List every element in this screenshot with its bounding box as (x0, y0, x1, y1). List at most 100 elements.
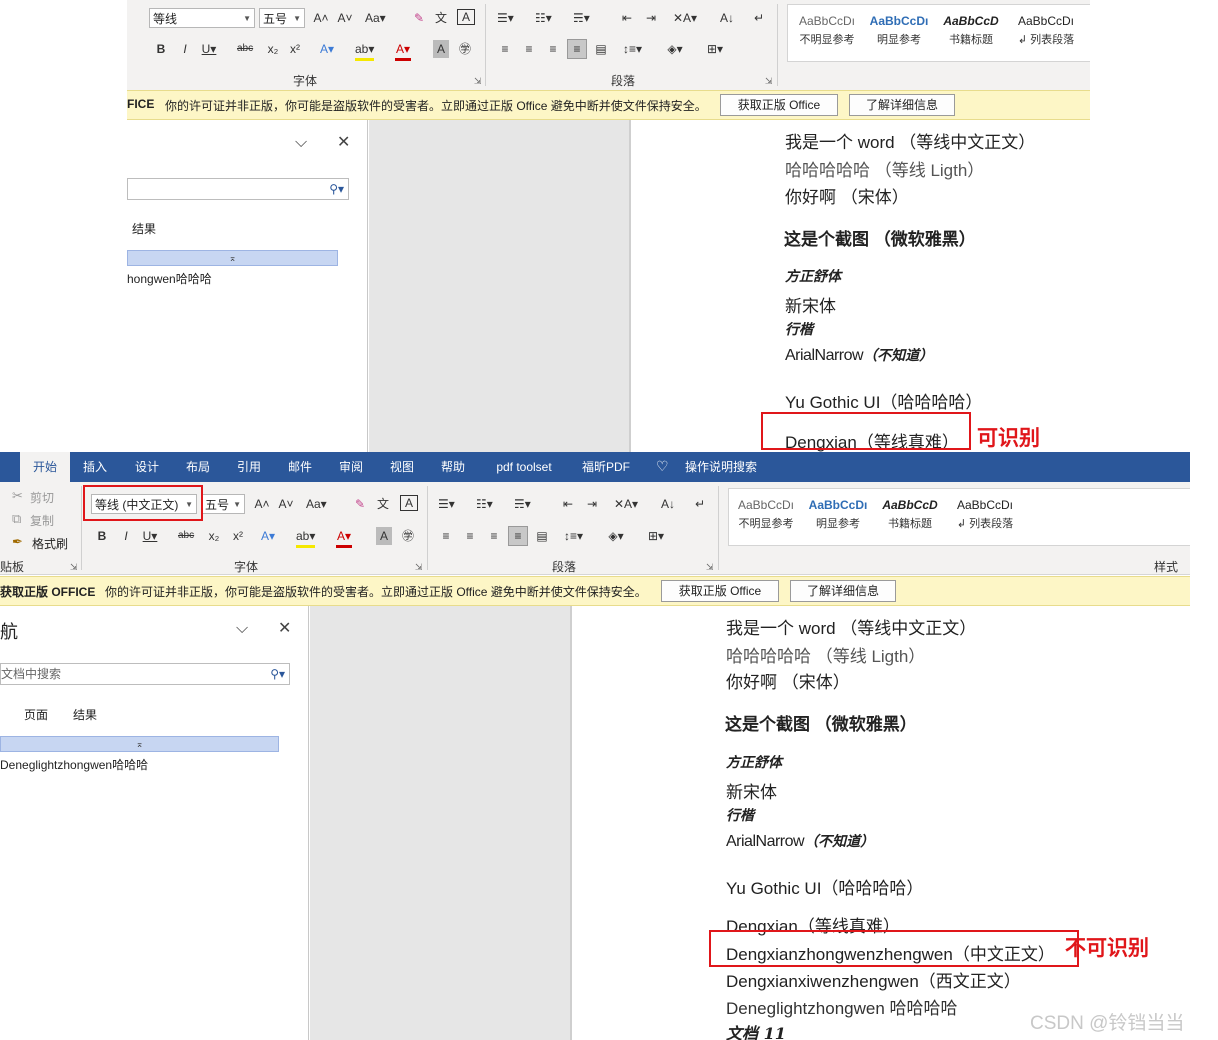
tab-design[interactable]: 设计 (124, 452, 170, 482)
tab-results[interactable]: 结果 (73, 706, 97, 723)
copy-button[interactable]: 复制 (30, 512, 54, 529)
shading-icon[interactable]: ◈▾ (608, 527, 624, 545)
nav-heading-item[interactable]: Deneglightzhongwen哈哈哈 (0, 756, 148, 773)
bullets-icon[interactable]: ☰▾ (497, 9, 514, 27)
underline-icon[interactable]: U▾ (142, 527, 158, 545)
highlight-icon[interactable]: ab▾ (296, 527, 316, 548)
learn-more-button[interactable]: 了解详细信息 (849, 94, 955, 116)
enclose-char-icon[interactable]: ㊫ (400, 527, 416, 545)
borders-icon[interactable]: ⊞▾ (648, 527, 664, 545)
tab-layout[interactable]: 布局 (175, 452, 221, 482)
align-center-icon[interactable]: ≡ (521, 40, 537, 58)
shading-icon[interactable]: ◈▾ (667, 40, 683, 58)
distribute-icon[interactable]: ▤ (593, 40, 609, 58)
grow-font-icon[interactable]: A˄ (313, 9, 329, 27)
strikethrough-icon[interactable]: abc (237, 40, 253, 58)
superscript-icon[interactable]: x² (287, 40, 303, 58)
align-center-icon[interactable]: ≡ (462, 527, 478, 545)
change-case-icon[interactable]: Aa▾ (365, 9, 386, 27)
asian-layout-icon[interactable]: ✕A▾ (614, 495, 638, 513)
style-list-paragraph[interactable]: AaBbCcDı ↲ 列表段落 (947, 495, 1023, 531)
style-intense-reference[interactable]: AaBbCcDı 明显参考 (864, 11, 934, 47)
italic-icon[interactable]: I (118, 527, 134, 545)
dialog-launcher-icon[interactable]: ⇲ (474, 76, 482, 87)
text-effect-icon[interactable]: A▾ (260, 527, 276, 545)
justify-icon[interactable]: ≡ (508, 526, 528, 546)
tab-results[interactable]: 结果 (132, 220, 156, 237)
multilevel-list-icon[interactable]: ☴▾ (573, 9, 590, 27)
pane-options-icon[interactable]: ⌵ (236, 620, 248, 638)
increase-indent-icon[interactable]: ⇥ (584, 495, 600, 513)
align-left-icon[interactable]: ≡ (438, 527, 454, 545)
numbering-icon[interactable]: ☷▾ (535, 9, 552, 27)
text-effect-icon[interactable]: A▾ (319, 40, 335, 58)
char-shading-icon[interactable]: A (433, 40, 449, 58)
tab-home[interactable]: 开始 (20, 452, 70, 482)
pane-options-icon[interactable]: ⌵ (295, 134, 307, 152)
format-painter-button[interactable]: 格式刷 (32, 535, 68, 552)
italic-icon[interactable]: I (177, 40, 193, 58)
styles-gallery[interactable]: AaBbCcDı 不明显参考 AaBbCcDı 明显参考 AaBbCcD 书籍标题 A… (787, 4, 1090, 62)
strikethrough-icon[interactable]: abc (178, 527, 194, 545)
char-shading-icon[interactable]: A (376, 527, 392, 545)
borders-icon[interactable]: ⊞▾ (707, 40, 723, 58)
dialog-launcher-icon[interactable]: ⇲ (415, 562, 423, 573)
subscript-icon[interactable]: x₂ (265, 40, 281, 58)
clear-format-icon[interactable]: ✎ (411, 9, 427, 27)
get-genuine-button[interactable]: 获取正版 Office (661, 580, 779, 602)
show-marks-icon[interactable]: ↵ (692, 495, 708, 513)
tab-pages[interactable]: 页面 (24, 706, 48, 723)
sort-icon[interactable]: A↓ (660, 495, 676, 513)
enclose-char-icon[interactable]: ㊫ (457, 40, 473, 58)
search-input[interactable]: ⚲▾ (127, 178, 349, 200)
align-right-icon[interactable]: ≡ (545, 40, 561, 58)
dialog-launcher-icon[interactable]: ⇲ (706, 562, 714, 573)
shrink-font-icon[interactable]: A˅ (278, 495, 294, 513)
dialog-launcher-icon[interactable]: ⇲ (70, 562, 78, 573)
cut-button[interactable]: 剪切 (30, 489, 54, 506)
line-spacing-icon[interactable]: ↕≡▾ (623, 40, 642, 58)
heading-collapse-bar[interactable]: ⌅ (0, 736, 279, 752)
bullets-icon[interactable]: ☰▾ (438, 495, 455, 513)
search-icon[interactable]: ⚲▾ (329, 179, 344, 199)
tab-help[interactable]: 帮助 (430, 452, 476, 482)
search-input[interactable]: 文档中搜索 ⚲▾ (0, 663, 290, 685)
multilevel-list-icon[interactable]: ☴▾ (514, 495, 531, 513)
copy-icon[interactable]: ⧉ (12, 511, 21, 527)
style-book-title[interactable]: AaBbCcD 书籍标题 (875, 495, 945, 531)
font-size-combo[interactable]: 五号 ▼ (201, 494, 245, 514)
tab-view[interactable]: 视图 (379, 452, 425, 482)
get-genuine-button[interactable]: 获取正版 Office (720, 94, 838, 116)
asian-layout-icon[interactable]: ✕A▾ (673, 9, 697, 27)
style-intense-reference[interactable]: AaBbCcDı 明显参考 (803, 495, 873, 531)
tab-insert[interactable]: 插入 (72, 452, 118, 482)
phonetic-icon[interactable]: 文 (375, 495, 391, 513)
clear-format-icon[interactable]: ✎ (352, 495, 368, 513)
search-icon[interactable]: ⚲▾ (270, 664, 285, 684)
tell-me-search[interactable]: 操作说明搜索 (678, 452, 764, 482)
format-painter-icon[interactable]: ✒ (12, 534, 23, 550)
close-icon[interactable]: ✕ (278, 618, 291, 638)
decrease-indent-icon[interactable]: ⇤ (619, 9, 635, 27)
style-book-title[interactable]: AaBbCcD 书籍标题 (936, 11, 1006, 47)
tab-foxit-pdf[interactable]: 福昕PDF (574, 452, 638, 482)
justify-icon[interactable]: ≡ (567, 39, 587, 59)
increase-indent-icon[interactable]: ⇥ (643, 9, 659, 27)
line-spacing-icon[interactable]: ↕≡▾ (564, 527, 583, 545)
sort-icon[interactable]: A↓ (719, 9, 735, 27)
change-case-icon[interactable]: Aa▾ (306, 495, 327, 513)
style-list-paragraph[interactable]: AaBbCcDı ↲ 列表段落 (1008, 11, 1084, 47)
style-subtle-reference[interactable]: AaBbCcDı 不明显参考 (731, 495, 801, 531)
align-left-icon[interactable]: ≡ (497, 40, 513, 58)
char-border-icon[interactable]: A (400, 495, 418, 511)
shrink-font-icon[interactable]: A˅ (337, 9, 353, 27)
heading-collapse-bar[interactable]: ⌅ (127, 250, 338, 266)
highlight-icon[interactable]: ab▾ (355, 40, 375, 61)
phonetic-icon[interactable]: 文 (433, 9, 449, 27)
grow-font-icon[interactable]: A˄ (254, 495, 270, 513)
align-right-icon[interactable]: ≡ (486, 527, 502, 545)
nav-heading-item[interactable]: hongwen哈哈哈 (127, 270, 212, 287)
scissors-icon[interactable]: ✂ (12, 488, 23, 504)
font-size-combo[interactable]: 五号 ▼ (259, 8, 305, 28)
show-marks-icon[interactable]: ↵ (751, 9, 767, 27)
